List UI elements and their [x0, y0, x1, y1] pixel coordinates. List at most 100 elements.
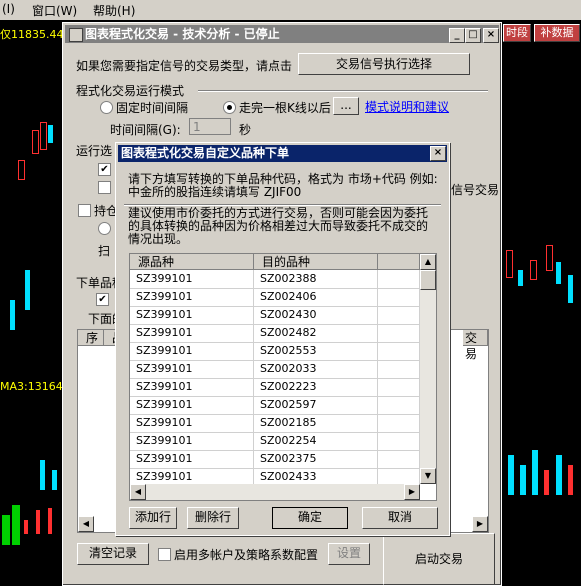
source-product-cell[interactable]: SZ399101	[130, 396, 254, 414]
dialog-close-icon[interactable]: ×	[430, 146, 446, 161]
radio-fixed-interval-label: 固定时间间隔	[116, 101, 189, 115]
extra-cell[interactable]	[378, 378, 420, 396]
menu-item-i[interactable]: (I)	[2, 2, 15, 16]
target-product-cell[interactable]: SZ002223	[254, 378, 378, 396]
source-product-cell[interactable]: SZ399101	[130, 324, 254, 342]
scroll-thumb[interactable]	[420, 270, 436, 290]
clear-records-button[interactable]: 清空记录	[77, 543, 149, 565]
source-product-cell[interactable]: SZ399101	[130, 432, 254, 450]
scroll-up-icon[interactable]: ▲	[420, 254, 436, 270]
extra-cell[interactable]	[378, 396, 420, 414]
scroll-down-icon[interactable]: ▼	[420, 468, 436, 484]
table-row[interactable]: SZ399101 SZ002388	[130, 270, 420, 289]
radio-after-bar-label: 走完一根K线以后	[239, 101, 331, 115]
main-dialog-title: 图表程式化交易 - 技术分析 - 已停止	[85, 27, 280, 41]
order-table-scroll-left[interactable]: ◀	[78, 516, 94, 532]
scroll-right-icon[interactable]: ▶	[404, 484, 420, 500]
radio-after-bar[interactable]	[223, 101, 236, 114]
interval-input[interactable]: 1	[189, 118, 231, 135]
source-product-cell[interactable]: SZ399101	[130, 360, 254, 378]
extra-cell[interactable]	[378, 414, 420, 432]
target-product-cell[interactable]: SZ002430	[254, 306, 378, 324]
main-dialog-titlebar: 图表程式化交易 - 技术分析 - 已停止 _ □ ×	[65, 25, 499, 43]
source-product-cell[interactable]: SZ399101	[130, 342, 254, 360]
source-product-cell[interactable]: SZ399101	[130, 306, 254, 324]
signal-select-button[interactable]: 交易信号执行选择	[298, 53, 470, 75]
target-product-cell[interactable]: SZ002185	[254, 414, 378, 432]
table-row[interactable]: SZ399101 SZ002553	[130, 342, 420, 361]
menu-bar: (I) 窗口(W) 帮助(H)	[0, 0, 581, 20]
mode-help-link[interactable]: 模式说明和建议	[365, 98, 449, 115]
ok-button[interactable]: 确定	[272, 507, 348, 529]
target-product-cell[interactable]: SZ002254	[254, 432, 378, 450]
target-product-cell[interactable]: SZ002553	[254, 342, 378, 360]
extra-cell[interactable]	[378, 324, 420, 342]
intraday-button[interactable]: 时段	[503, 24, 531, 42]
scroll-left-icon[interactable]: ◀	[130, 484, 146, 500]
table-row[interactable]: SZ399101 SZ002482	[130, 324, 420, 343]
grid-vertical-scrollbar[interactable]: ▲ ▼	[420, 254, 436, 484]
order-table-header-trade: 交易	[463, 330, 488, 361]
scan-label: 扫	[98, 244, 111, 258]
grid-header-source: 源品种	[130, 254, 254, 270]
delete-row-button[interactable]: 删除行	[187, 507, 239, 529]
table-row[interactable]: SZ399101 SZ002597	[130, 396, 420, 415]
table-row[interactable]: SZ399101 SZ002375	[130, 450, 420, 469]
mode-group-label: 程式化交易运行模式	[76, 84, 185, 98]
table-row[interactable]: SZ399101 SZ002430	[130, 306, 420, 325]
hold-radio[interactable]	[98, 222, 111, 235]
hold-checkbox[interactable]	[78, 204, 91, 217]
close-icon[interactable]: ×	[483, 28, 499, 43]
multi-account-label: 启用多帐户及策略系数配置	[174, 548, 319, 562]
table-row[interactable]: SZ399101 SZ002033	[130, 360, 420, 379]
table-row[interactable]: SZ399101 SZ002406	[130, 288, 420, 307]
extra-cell[interactable]	[378, 450, 420, 468]
source-product-cell[interactable]: SZ399101	[130, 270, 254, 288]
menu-item-help[interactable]: 帮助(H)	[93, 2, 135, 19]
interval-label: 时间间隔(G):	[110, 123, 181, 137]
target-product-cell[interactable]: SZ002482	[254, 324, 378, 342]
table-row[interactable]: SZ399101 SZ002185	[130, 414, 420, 433]
extra-cell[interactable]	[378, 342, 420, 360]
instruction-text: 请下方填写转换的下单品种代码，格式为 市场+代码 例如:中金所的股指连续请填写 …	[128, 172, 438, 199]
grid-horizontal-scrollbar[interactable]: ◀ ▶	[130, 484, 420, 500]
target-product-cell[interactable]: SZ002033	[254, 360, 378, 378]
grid-header-blank	[378, 254, 420, 270]
table-row[interactable]: SZ399101 SZ002254	[130, 432, 420, 451]
settings-button[interactable]: 设置	[328, 543, 370, 565]
app-icon	[69, 28, 83, 42]
product-mapping-grid: 源品种 目的品种 SZ399101 SZ002388 SZ399101 SZ00240…	[129, 253, 437, 501]
signal-prompt: 如果您需要指定信号的交易类型，请点击	[76, 59, 293, 73]
run-option-checkbox-1[interactable]: ✔	[98, 163, 111, 176]
multi-account-checkbox[interactable]	[158, 548, 171, 561]
source-product-cell[interactable]: SZ399101	[130, 288, 254, 306]
table-row[interactable]: SZ399101 SZ002223	[130, 378, 420, 397]
target-product-cell[interactable]: SZ002375	[254, 450, 378, 468]
index-value: 仅11835.44	[0, 28, 64, 41]
order-table-scroll-right[interactable]: ▶	[472, 516, 488, 532]
source-product-cell[interactable]: SZ399101	[130, 450, 254, 468]
order-checkbox[interactable]: ✔	[96, 293, 109, 306]
source-product-cell[interactable]: SZ399101	[130, 378, 254, 396]
minimize-icon[interactable]: _	[449, 28, 465, 43]
cancel-button[interactable]: 取消	[362, 507, 438, 529]
source-product-cell[interactable]: SZ399101	[130, 414, 254, 432]
extra-cell[interactable]	[378, 360, 420, 378]
mode-options-button[interactable]: ...	[333, 97, 359, 115]
maximize-icon[interactable]: □	[465, 28, 481, 43]
target-product-cell[interactable]: SZ002406	[254, 288, 378, 306]
radio-fixed-interval[interactable]	[100, 101, 113, 114]
extra-cell[interactable]	[378, 432, 420, 450]
target-product-cell[interactable]: SZ002597	[254, 396, 378, 414]
extra-cell[interactable]	[378, 288, 420, 306]
menu-item-window[interactable]: 窗口(W)	[32, 2, 77, 19]
add-row-button[interactable]: 添加行	[129, 507, 177, 529]
signal-trade-fragment: 信号交易	[451, 183, 500, 197]
target-product-cell[interactable]: SZ002388	[254, 270, 378, 288]
extra-cell[interactable]	[378, 270, 420, 288]
supplement-data-button[interactable]: 补数据	[534, 24, 580, 42]
start-trade-button[interactable]: 启动交易	[383, 533, 495, 585]
custom-product-dialog-titlebar: 图表程式化交易自定义品种下单 ×	[118, 145, 447, 162]
extra-cell[interactable]	[378, 306, 420, 324]
run-option-checkbox-2[interactable]	[98, 181, 111, 194]
